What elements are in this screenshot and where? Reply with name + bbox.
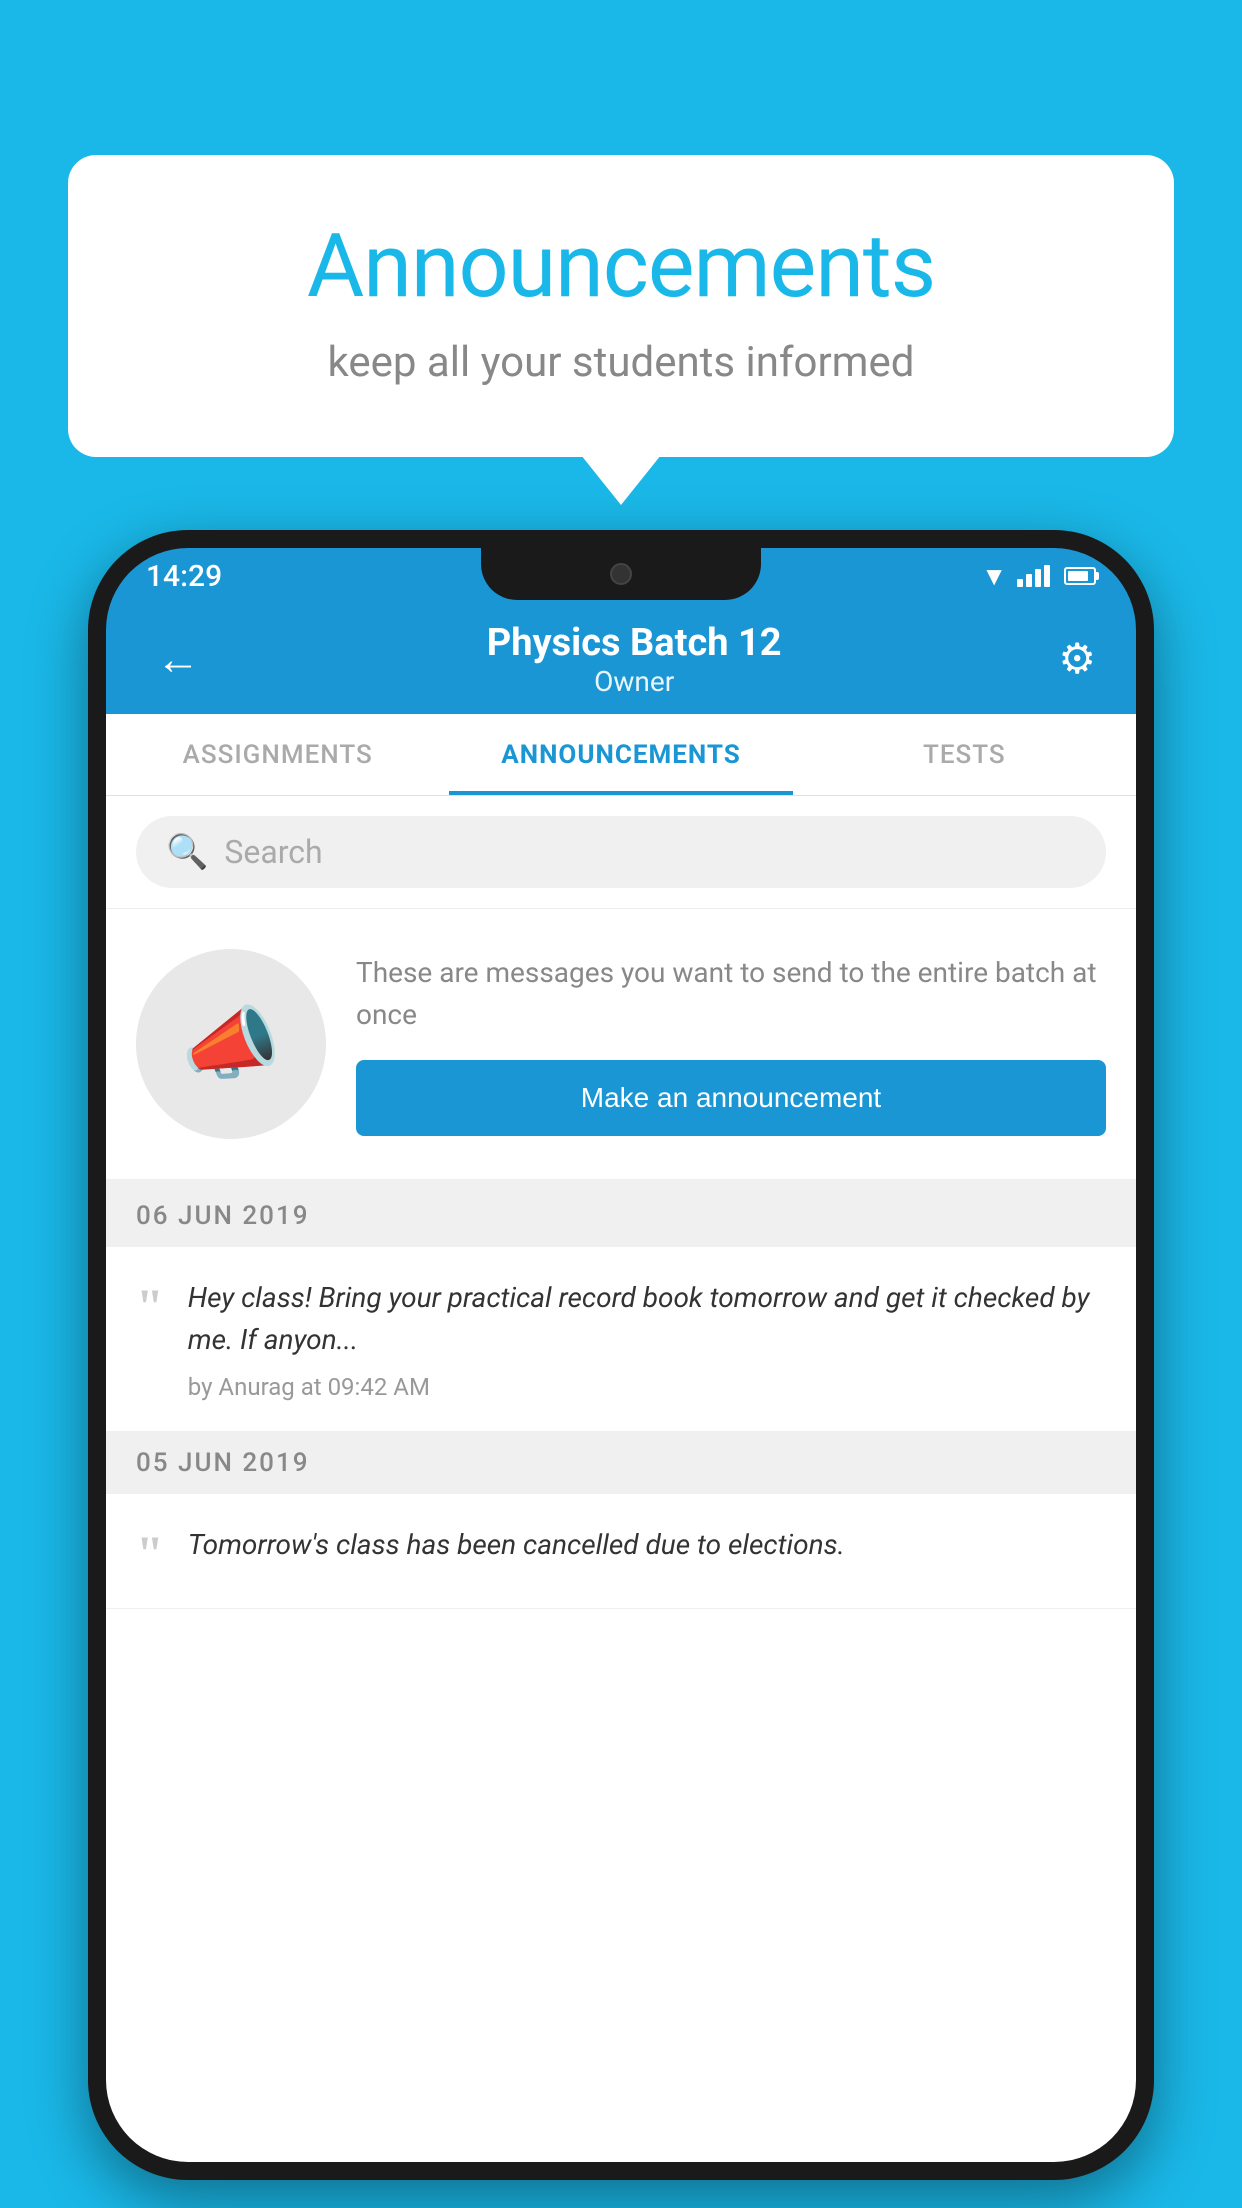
speech-bubble-container: Announcements keep all your students inf… [68,155,1174,457]
make-announcement-button[interactable]: Make an announcement [356,1060,1106,1136]
screen-content: 🔍 Search 📣 These are messages you want t… [106,796,1136,2162]
battery-icon [1064,567,1096,585]
megaphone-circle: 📣 [136,949,326,1139]
app-bar-center: Physics Batch 12 Owner [487,621,782,698]
date-divider-2: 05 JUN 2019 [106,1432,1136,1494]
megaphone-icon: 📣 [181,997,281,1091]
search-bar[interactable]: 🔍 Search [136,816,1106,888]
tab-announcements[interactable]: ANNOUNCEMENTS [449,714,792,795]
gear-icon[interactable]: ⚙ [1058,634,1096,684]
search-icon: 🔍 [166,832,208,872]
quote-icon-1: " [136,1281,164,1401]
announcement-meta-1: by Anurag at 09:42 AM [188,1373,1106,1401]
announcement-item-2[interactable]: " Tomorrow's class has been cancelled du… [106,1494,1136,1609]
announcement-text-block-1: Hey class! Bring your practical record b… [188,1277,1106,1401]
wifi-icon: ▼ [981,561,1007,592]
app-bar-title: Physics Batch 12 [487,621,782,665]
phone-inner: 14:29 ▼ [106,548,1136,2162]
announcement-text-1: Hey class! Bring your practical record b… [188,1277,1106,1361]
announcement-item-1[interactable]: " Hey class! Bring your practical record… [106,1247,1136,1432]
speech-bubble: Announcements keep all your students inf… [68,155,1174,457]
status-icons: ▼ [981,561,1096,592]
phone-camera [610,563,632,585]
bubble-title: Announcements [148,215,1094,318]
announcement-empty-section: 📣 These are messages you want to send to… [106,909,1136,1185]
signal-bars-icon [1017,565,1050,587]
search-container: 🔍 Search [106,796,1136,909]
phone-frame: 14:29 ▼ [88,530,1154,2180]
app-bar-subtitle: Owner [487,665,782,698]
phone-notch [481,548,761,600]
tab-bar: ASSIGNMENTS ANNOUNCEMENTS TESTS [106,714,1136,796]
phone-container: 14:29 ▼ [88,530,1154,2180]
back-button[interactable]: ← [146,623,210,695]
bubble-subtitle: keep all your students informed [148,338,1094,387]
date-divider-1: 06 JUN 2019 [106,1185,1136,1247]
search-input[interactable]: Search [224,833,322,871]
app-bar: ← Physics Batch 12 Owner ⚙ [106,604,1136,714]
tab-assignments[interactable]: ASSIGNMENTS [106,714,449,795]
announcement-text-block-2: Tomorrow's class has been cancelled due … [188,1524,1106,1578]
quote-icon-2: " [136,1528,164,1578]
announcement-right: These are messages you want to send to t… [356,952,1106,1136]
announcement-text-2: Tomorrow's class has been cancelled due … [188,1524,1106,1566]
announcement-description: These are messages you want to send to t… [356,952,1106,1036]
status-time: 14:29 [146,559,222,594]
tab-tests[interactable]: TESTS [793,714,1136,795]
